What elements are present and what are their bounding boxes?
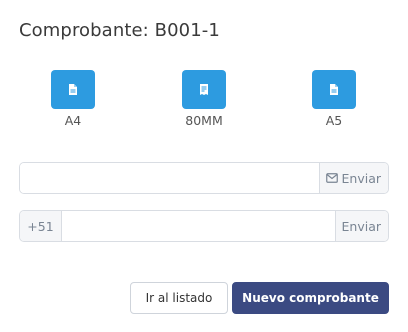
phone-send-label: Enviar	[341, 218, 382, 234]
format-80mm-label: 80MM	[185, 113, 223, 128]
new-invoice-button[interactable]: Nuevo comprobante	[232, 282, 389, 314]
file-text-icon	[330, 84, 338, 95]
email-send-label: Enviar	[341, 170, 382, 186]
mail-icon	[325, 173, 338, 183]
back-to-list-button[interactable]: Ir al listado	[130, 282, 228, 314]
receipt-icon	[200, 84, 208, 95]
format-a4-button[interactable]: A4	[29, 70, 117, 128]
email-send-group: Enviar	[19, 162, 389, 194]
format-a5-button[interactable]: A5	[290, 70, 378, 128]
format-a4-label: A4	[64, 113, 82, 128]
email-send-button[interactable]: Enviar	[318, 163, 388, 193]
file-text-icon	[69, 84, 77, 95]
phone-prefix: +51	[20, 211, 62, 241]
format-a5-tile[interactable]	[312, 70, 356, 109]
invoice-actions-panel: Comprobante: B001-1 A4 80MM A5 Enviar +5…	[0, 0, 408, 332]
phone-send-group: +51 Enviar	[19, 210, 389, 242]
page-title: Comprobante: B001-1	[19, 20, 220, 41]
format-80mm-button[interactable]: 80MM	[160, 70, 248, 128]
email-input[interactable]	[20, 163, 319, 193]
format-a5-label: A5	[325, 113, 343, 128]
phone-input[interactable]	[62, 211, 335, 241]
phone-send-button[interactable]: Enviar	[334, 211, 388, 241]
format-80mm-tile[interactable]	[182, 70, 226, 109]
format-a4-tile[interactable]	[51, 70, 95, 109]
